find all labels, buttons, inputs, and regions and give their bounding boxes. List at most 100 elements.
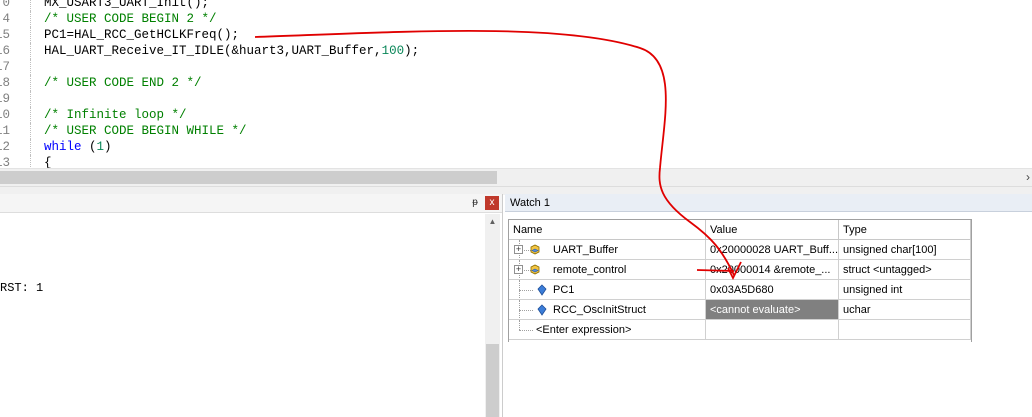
watch-name-cell[interactable]: <Enter expression> (509, 320, 706, 340)
watch-row[interactable]: RCC_OscInitStruct <cannot evaluate> uchar (509, 300, 971, 320)
watch-row[interactable]: + UART_Buffer 0x20000028 UART_Buff... unsig… (509, 240, 971, 260)
code-token: { (44, 156, 52, 168)
scroll-up-arrow-icon[interactable]: ▲ (485, 214, 500, 229)
watch-type-cell: uchar (839, 300, 971, 320)
watch-variable-name: PC1 (553, 284, 575, 296)
code-text: PC1=HAL_RCC_GetHCLKFreq(); (44, 27, 239, 43)
watch-name-cell[interactable]: PC1 (509, 280, 706, 300)
code-text: /* Infinite loop */ (44, 107, 187, 123)
code-token: 100 (381, 44, 405, 58)
variable-icon (537, 284, 547, 296)
code-text: /* USER CODE END 2 */ (44, 75, 202, 91)
tree-connector (519, 330, 533, 332)
code-token: ); (404, 44, 420, 58)
watch-name-cell[interactable]: + remote_control (509, 260, 706, 280)
gutter-marker (30, 91, 32, 107)
code-line[interactable]: 10 /* Infinite loop */ (0, 107, 1032, 123)
watch-value-cell[interactable]: 0x03A5D680 (706, 280, 839, 300)
code-text: while (1) (44, 139, 112, 155)
watch-name-cell[interactable]: + UART_Buffer (509, 240, 706, 260)
line-number: 13 (0, 156, 10, 168)
watch-name-cell[interactable]: RCC_OscInitStruct (509, 300, 706, 320)
editor-horizontal-scrollbar[interactable]: › (0, 168, 1032, 186)
expand-icon[interactable]: + (514, 245, 523, 254)
watch-window: Watch 1 Name Value Type + UART_Buffer 0x20… (505, 194, 1032, 417)
code-token: /* USER CODE END 2 */ (44, 76, 202, 90)
output-text: RST: 1 (0, 281, 44, 295)
code-line[interactable]: 12 while (1) (0, 139, 1032, 155)
close-button[interactable]: x (485, 196, 499, 210)
struct-icon (530, 244, 540, 255)
gutter-marker (30, 155, 32, 168)
code-token: /* Infinite loop */ (44, 108, 187, 122)
watch-grid: Name Value Type + UART_Buffer 0x20000028 U… (508, 219, 972, 342)
code-token: 1 (96, 140, 105, 154)
tree-connector (519, 310, 533, 312)
code-line[interactable]: 19 (0, 91, 1032, 107)
code-token: ( (81, 140, 97, 154)
output-vertical-scrollbar[interactable]: ▲ (485, 214, 500, 417)
code-token: PC1=HAL_RCC_GetHCLKFreq(); (44, 28, 240, 42)
line-number: 19 (0, 92, 10, 106)
watch-value-cell[interactable]: 0x20000014 &remote_... (706, 260, 839, 280)
code-editor[interactable]: 0 MX_USART3_UART_Init(); 4 /* USER CODE BEG… (0, 0, 1032, 168)
code-line[interactable]: 17 (0, 59, 1032, 75)
watch-type-cell: unsigned char[100] (839, 240, 971, 260)
code-text: { (44, 155, 52, 168)
watch-row[interactable]: PC1 0x03A5D680 unsigned int (509, 280, 971, 300)
code-text: /* USER CODE BEGIN WHILE */ (44, 123, 247, 139)
line-number: 16 (0, 44, 10, 58)
gutter-marker (30, 123, 32, 139)
watch-type-cell: unsigned int (839, 280, 971, 300)
line-number: 18 (0, 76, 10, 90)
watch-row[interactable]: + remote_control 0x20000014 &remote_... str… (509, 260, 971, 280)
code-line[interactable]: 15 PC1=HAL_RCC_GetHCLKFreq(); (0, 27, 1032, 43)
gutter-marker (30, 59, 32, 75)
line-number: 0 (2, 0, 10, 10)
gutter-marker (30, 139, 32, 155)
line-number: 12 (0, 140, 10, 154)
tree-connector (519, 320, 532, 330)
struct-icon (530, 264, 540, 275)
watch-variable-name: RCC_OscInitStruct (553, 304, 646, 316)
line-number: 10 (0, 108, 10, 122)
line-number: 15 (0, 28, 10, 42)
scrollbar-thumb[interactable] (0, 171, 497, 184)
pin-icon[interactable]: ᵽ (468, 196, 482, 210)
expand-icon[interactable]: + (514, 265, 523, 274)
line-number: 17 (0, 60, 10, 74)
code-line[interactable]: 16 HAL_UART_Receive_IT_IDLE(&huart3,UART_… (0, 43, 1032, 59)
tree-connector (519, 290, 533, 292)
code-line[interactable]: 0 MX_USART3_UART_Init(); (0, 0, 1032, 11)
code-token: HAL_UART_Receive_IT_IDLE(&huart3,UART_Bu… (44, 44, 382, 58)
line-number: 4 (2, 12, 10, 26)
code-text: /* USER CODE BEGIN 2 */ (44, 11, 217, 27)
watch-value-cell[interactable]: 0x20000028 UART_Buff... (706, 240, 839, 260)
code-text: HAL_UART_Receive_IT_IDLE(&huart3,UART_Bu… (44, 43, 419, 59)
code-line[interactable]: 11 /* USER CODE BEGIN WHILE */ (0, 123, 1032, 139)
column-header-value[interactable]: Value (706, 220, 839, 240)
watch-title: Watch 1 (505, 194, 1032, 212)
watch-type-cell (839, 320, 971, 340)
column-header-type[interactable]: Type (839, 220, 971, 240)
gutter-marker (30, 75, 32, 91)
code-token: /* USER CODE BEGIN 2 */ (44, 12, 217, 26)
gutter-marker (30, 107, 32, 123)
watch-variable-name: UART_Buffer (553, 244, 619, 256)
code-text: MX_USART3_UART_Init(); (44, 0, 209, 11)
column-header-name[interactable]: Name (509, 220, 706, 240)
watch-row[interactable]: <Enter expression> (509, 320, 971, 340)
gutter-marker (30, 0, 32, 11)
watch-value-cell[interactable]: <cannot evaluate> (706, 300, 839, 320)
gutter-marker (30, 11, 32, 27)
output-panel-titlebar: ᵽ x (0, 194, 502, 213)
code-token: MX_USART3_UART_Init(); (44, 0, 210, 10)
enter-expression-input[interactable]: <Enter expression> (536, 320, 631, 339)
code-line[interactable]: 18 /* USER CODE END 2 */ (0, 75, 1032, 91)
scrollbar-thumb[interactable] (486, 344, 499, 417)
code-line[interactable]: 13 { (0, 155, 1032, 168)
watch-value-cell[interactable] (706, 320, 839, 340)
code-line[interactable]: 4 /* USER CODE BEGIN 2 */ (0, 11, 1032, 27)
code-token: ) (104, 140, 112, 154)
scroll-right-arrow-icon[interactable]: › (1026, 169, 1030, 186)
